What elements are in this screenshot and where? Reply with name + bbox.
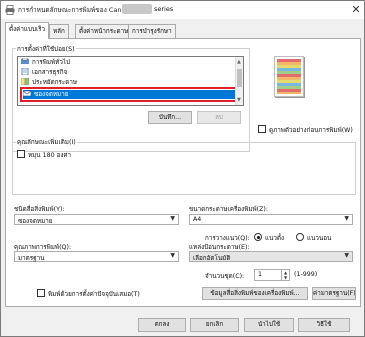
- paper-source-select[interactable]: เลือกอัตโนมัติ ▼: [189, 251, 353, 262]
- window-title: การกำหนดลักษณะการพิมพ์ของ Canon: [18, 6, 130, 14]
- printer-icon: [21, 58, 29, 64]
- landscape-radio[interactable]: [296, 233, 304, 241]
- dialog-button-bar: ตกลง ยกเลิก นำไปใช้ วิธีใช้: [1, 309, 364, 336]
- defaults-button[interactable]: ค่ามาตรฐาน(F): [312, 287, 356, 300]
- help-button[interactable]: วิธีใช้: [298, 318, 350, 332]
- print-quality-select[interactable]: มาตรฐาน ▼: [14, 251, 179, 262]
- preview-before-printing-checkbox[interactable]: [258, 125, 266, 133]
- cancel-button[interactable]: ยกเลิก: [190, 318, 239, 332]
- printer-paper-size-select[interactable]: A4 ▼: [189, 214, 353, 225]
- document-icon: [21, 68, 29, 75]
- media-type-select[interactable]: ซองจดหมาย ▼: [14, 214, 179, 225]
- printer-paper-size-label: ขนาดกระดาษเครื่องพิมพ์(Z):: [189, 206, 268, 213]
- chevron-down-icon: ▼: [344, 215, 349, 222]
- delete-button[interactable]: ลบ: [197, 111, 241, 124]
- redacted-model-name: [122, 4, 152, 14]
- scroll-down-icon[interactable]: ▼: [237, 97, 241, 103]
- portrait-radio[interactable]: [254, 233, 262, 241]
- tab-page-setup[interactable]: ตั้งค่าหน้ากระดาษ: [75, 24, 133, 38]
- list-item-paper-saving[interactable]: ประหยัดกระดาษ: [21, 78, 233, 87]
- chevron-down-icon: ▼: [170, 252, 175, 259]
- preview-image: [277, 59, 301, 94]
- tab-quick-setup[interactable]: ตั้งค่าแบบเร็ว: [5, 22, 50, 39]
- window-title-suffix: series: [154, 5, 174, 13]
- apply-button[interactable]: นำไปใช้: [244, 318, 294, 332]
- printing-preferences-dialog: การกำหนดลักษณะการพิมพ์ของ Canon series ✕…: [0, 0, 365, 337]
- title-bar: การกำหนดลักษณะการพิมพ์ของ Canon series ✕: [1, 1, 364, 19]
- close-icon[interactable]: ✕: [348, 2, 364, 17]
- additional-features-label: คุณลักษณะเพิ่มเติม(I): [16, 137, 77, 147]
- tab-main[interactable]: หลัก: [49, 24, 69, 38]
- scroll-thumb[interactable]: [237, 69, 242, 87]
- spinner-arrows-icon[interactable]: ▲ ▼: [281, 270, 289, 280]
- always-print-current-checkbox[interactable]: [37, 289, 45, 297]
- paper-preview: [274, 56, 304, 97]
- list-item-business-document[interactable]: เอกสารธุรกิจ: [21, 68, 233, 77]
- common-settings-list[interactable]: การพิมพ์ทั่วไป เอกสารธุรกิจ ประหยัดกระดา…: [17, 56, 244, 106]
- list-item-envelope[interactable]: ซองจดหมาย: [23, 90, 238, 99]
- ok-button[interactable]: ตกลง: [138, 318, 186, 332]
- rotate-180-checkbox[interactable]: [17, 150, 25, 158]
- chevron-down-icon: ▼: [170, 215, 175, 222]
- list-scrollbar[interactable]: ▲ ▼: [235, 57, 243, 105]
- printer-media-info-button[interactable]: ข้อมูลสื่อสิ่งพิมพ์ของเครื่องพิมพ์...: [202, 287, 308, 300]
- chevron-down-icon: ▼: [344, 252, 349, 259]
- list-item-standard[interactable]: การพิมพ์ทั่วไป: [21, 58, 233, 67]
- media-type-label: ชนิดสื่อสิ่งพิมพ์(Y):: [14, 206, 65, 213]
- scroll-up-icon[interactable]: ▲: [237, 59, 241, 65]
- always-print-current-label: พิมพ์ด้วยการตั้งค่าปัจจุบันเสมอ(T): [48, 291, 140, 298]
- portrait-label: แนวตั้ง: [265, 235, 285, 242]
- tab-panel: การตั้งค่าที่ใช้บ่อย(S) การพิมพ์ทั่วไป เ…: [5, 38, 361, 307]
- envelope-icon: [23, 90, 31, 97]
- preview-before-printing-label: ดูภาพตัวอย่างก่อนการพิมพ์(W): [269, 127, 353, 134]
- tab-maintenance[interactable]: การบำรุงรักษา: [128, 24, 176, 38]
- paper-icon: [21, 78, 29, 85]
- common-settings-label: การตั้งค่าที่ใช้บ่อย(S): [16, 44, 76, 54]
- copies-label: จำนวนชุด(C):: [205, 273, 245, 280]
- copies-range: (1-999): [294, 271, 318, 278]
- rotate-180-label: หมุน 180 องศา: [28, 152, 72, 159]
- printer-icon: [5, 5, 15, 15]
- landscape-label: แนวนอน: [307, 235, 332, 242]
- save-button[interactable]: บันทึก...: [148, 111, 192, 124]
- copies-spinner[interactable]: 1 ▲ ▼: [254, 269, 290, 281]
